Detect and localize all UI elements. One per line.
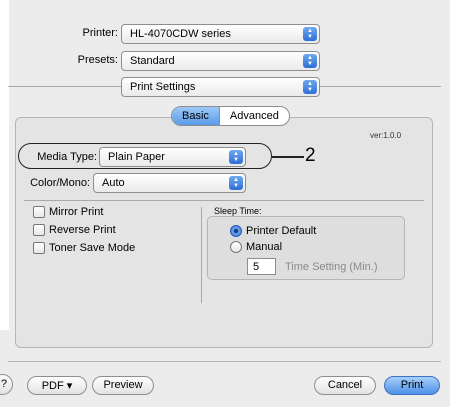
presets-label: Presets: [77, 54, 118, 66]
popup-arrows-icon: ▲ ▼ [303, 54, 317, 68]
version-label: ver:1.0.0 [370, 131, 402, 140]
section-popup[interactable]: Print Settings ▲ ▼ [121, 77, 320, 97]
toner-save-label: Toner Save Mode [49, 242, 136, 254]
separator [8, 361, 441, 362]
cancel-button[interactable]: Cancel [314, 376, 376, 395]
printer-popup[interactable]: HL-4070CDW series ▲ ▼ [121, 24, 320, 44]
toner-save-checkbox[interactable]: Toner Save Mode [33, 242, 135, 254]
color-mono-popup[interactable]: Auto ▲ ▼ [93, 173, 246, 193]
separator [24, 200, 424, 201]
time-setting-input[interactable]: 5 [247, 258, 276, 275]
section-value: Print Settings [130, 81, 196, 93]
printer-default-label: Printer Default [246, 225, 317, 237]
manual-label: Manual [246, 241, 283, 253]
media-type-value: Plain Paper [108, 151, 165, 163]
printer-value: HL-4070CDW series [130, 28, 231, 40]
popup-arrows-icon: ▲ ▼ [229, 176, 243, 190]
pdf-button[interactable]: PDF ▾ [27, 376, 87, 395]
tab-basic[interactable]: Basic [172, 107, 220, 125]
vertical-divider [201, 207, 202, 303]
media-type-popup[interactable]: Plain Paper ▲ ▼ [99, 147, 246, 167]
popup-arrows-icon: ▲ ▼ [303, 80, 317, 94]
print-button[interactable]: Print [384, 376, 440, 395]
callout-number: 2 [305, 145, 316, 166]
manual-radio[interactable]: Manual [230, 241, 282, 253]
separator [8, 86, 121, 87]
media-type-label: Media Type: [37, 151, 97, 163]
color-mono-value: Auto [102, 177, 125, 189]
print-dialog: Printer: HL-4070CDW series ▲ ▼ Presets: S… [0, 0, 450, 407]
reverse-print-checkbox[interactable]: Reverse Print [33, 224, 116, 236]
printer-default-radio[interactable]: Printer Default [230, 225, 316, 237]
checkbox-box [33, 206, 45, 218]
presets-value: Standard [130, 55, 175, 67]
color-mono-label: Color/Mono: [30, 177, 90, 189]
mirror-print-label: Mirror Print [49, 206, 104, 218]
mirror-print-checkbox[interactable]: Mirror Print [33, 206, 103, 218]
tab-advanced[interactable]: Advanced [220, 107, 289, 125]
reverse-print-label: Reverse Print [49, 224, 116, 236]
popup-arrows-icon: ▲ ▼ [303, 27, 317, 41]
time-setting-label: Time Setting (Min.) [285, 261, 378, 273]
checkbox-box [33, 242, 45, 254]
popup-arrows-icon: ▲ ▼ [229, 150, 243, 164]
callout-line [272, 156, 304, 158]
presets-popup[interactable]: Standard ▲ ▼ [121, 51, 320, 71]
checkbox-box [33, 224, 45, 236]
printer-label: Printer: [82, 27, 118, 39]
preview-button[interactable]: Preview [92, 376, 154, 395]
tab-control: Basic Advanced [171, 106, 290, 126]
radio-icon [230, 241, 242, 253]
separator [320, 86, 441, 87]
help-button[interactable]: ? [0, 374, 13, 395]
radio-selected-icon [230, 225, 242, 237]
sleep-time-title: Sleep Time: [214, 206, 262, 216]
